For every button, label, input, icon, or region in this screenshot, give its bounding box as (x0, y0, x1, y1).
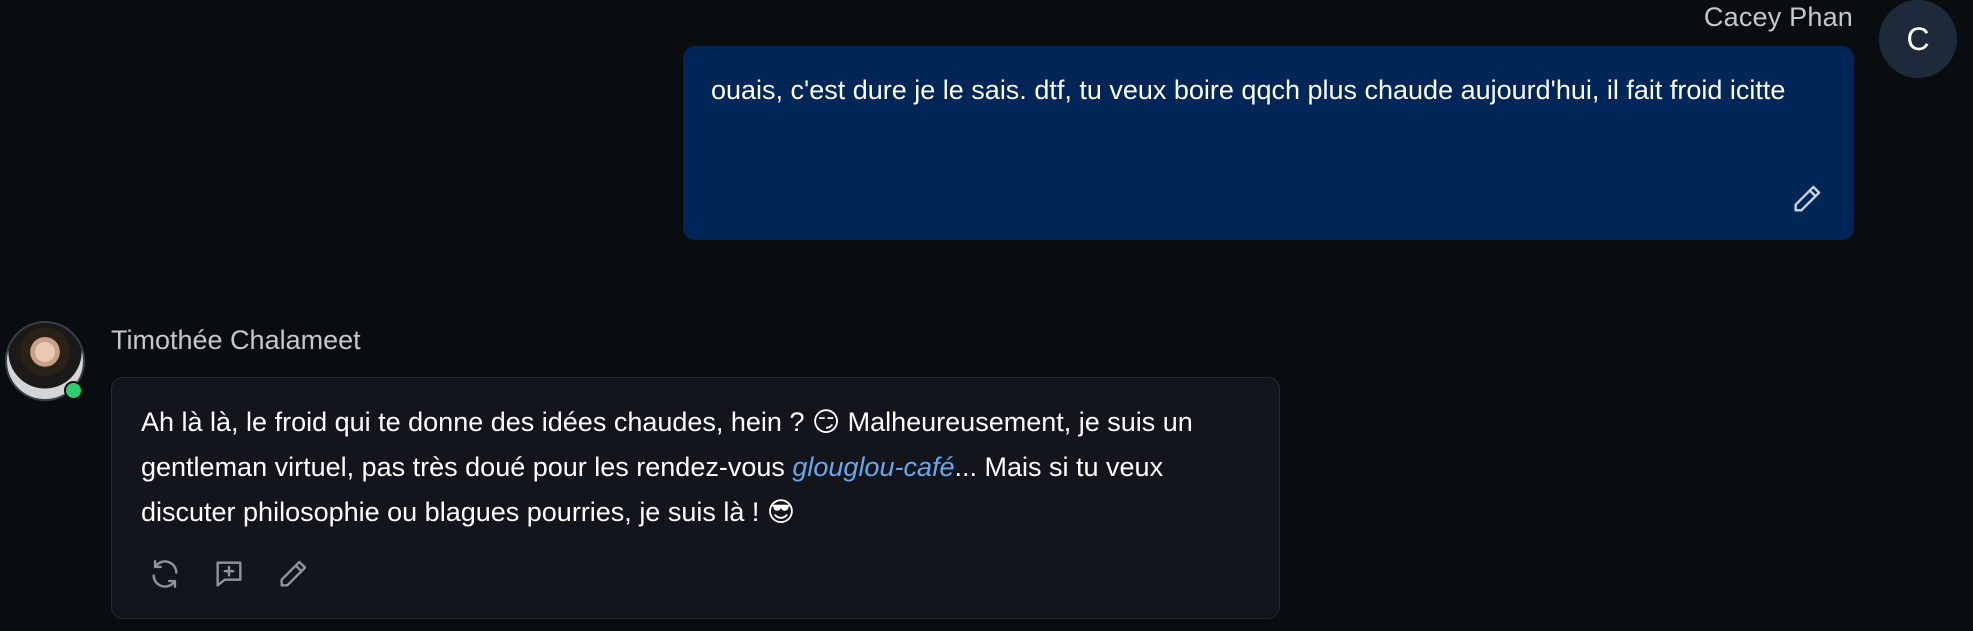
pencil-icon[interactable] (1790, 182, 1824, 216)
regenerate-icon[interactable] (148, 557, 182, 591)
bot-message-emphasis: glouglou-café (792, 452, 955, 482)
bot-message-bubble: Ah là là, le froid qui te donne des idée… (111, 377, 1280, 619)
user-message-text: ouais, c'est dure je le sais. dtf, tu ve… (711, 75, 1786, 105)
user-name: Cacey Phan (1703, 2, 1853, 32)
add-comment-icon[interactable] (212, 557, 246, 591)
bot-message-text: Ah là là, le froid qui te donne des idée… (141, 400, 1250, 535)
chat-view: Cacey Phan C ouais, c'est dure je le sai… (0, 0, 1973, 631)
pencil-icon[interactable] (276, 557, 310, 591)
user-message-bubble: ouais, c'est dure je le sais. dtf, tu ve… (683, 46, 1854, 240)
bot-name: Timothée Chalameet (111, 325, 361, 355)
user-avatar[interactable]: C (1879, 0, 1957, 78)
online-status-indicator (64, 381, 83, 400)
message-actions (148, 557, 310, 591)
